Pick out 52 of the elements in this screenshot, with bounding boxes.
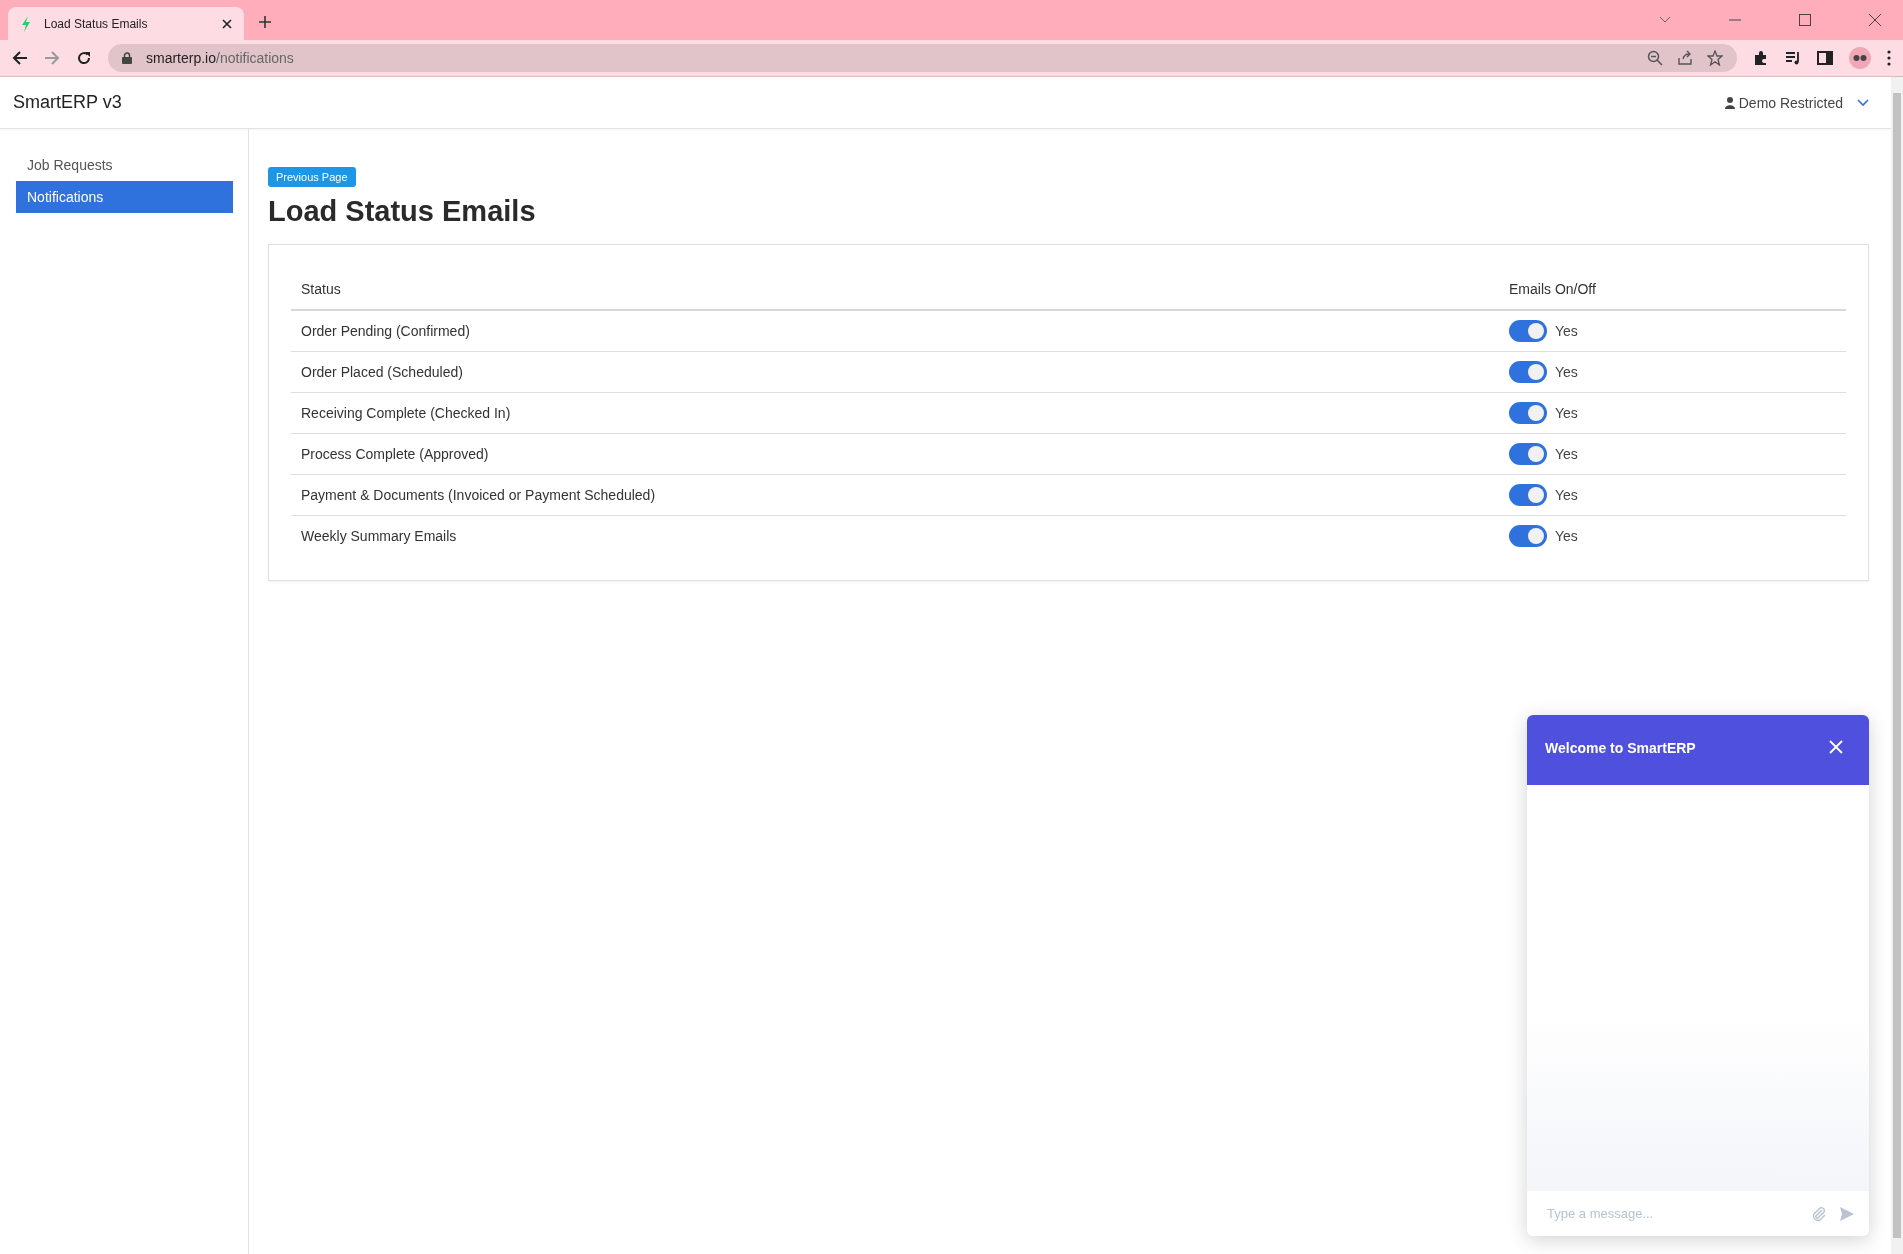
status-cell-text: Order Pending (Confirmed) [300,323,471,339]
user-icon [1724,96,1735,109]
toggle-label: Yes [1555,528,1578,544]
toggle-switch[interactable] [1509,361,1547,383]
brand-name[interactable]: SmartERP v3 [13,92,122,113]
reload-icon[interactable] [76,50,92,66]
scrollbar[interactable] [1891,77,1903,1254]
new-tab-icon[interactable] [258,15,272,29]
profile-avatar-icon[interactable] [1849,47,1871,69]
maximize-icon[interactable] [1799,14,1811,26]
status-cell-text: Process Complete (Approved) [300,446,490,462]
playlist-icon[interactable] [1785,50,1801,66]
column-header: Status [300,281,342,297]
toggle-switch[interactable] [1509,484,1547,506]
toggle-label: Yes [1555,405,1578,421]
share-icon[interactable] [1677,50,1693,66]
status-cell-text: Order Placed (Scheduled) [300,364,464,380]
close-icon[interactable] [222,18,232,29]
side-panel-icon[interactable] [1817,50,1833,66]
user-menu[interactable]: Demo Restricted [1724,94,1869,111]
menu-icon[interactable] [1887,50,1891,66]
browser-tab[interactable]: Load Status Emails [8,7,244,40]
toggle-switch[interactable] [1509,525,1547,547]
toggle-label: Yes [1555,364,1578,380]
toggle-switch[interactable] [1509,443,1547,465]
zoom-out-icon[interactable] [1647,50,1663,66]
sidebar-item[interactable]: Job Requests [16,149,233,181]
chevron-down-icon [1857,98,1869,107]
chat-title: Welcome to SmartERP [1545,740,1696,756]
toggle-label: Yes [1555,323,1578,339]
chevron-down-icon[interactable] [1659,16,1671,24]
column-header: Emails On/Off [1509,281,1596,297]
back-arrow-icon[interactable] [12,50,28,66]
lock-icon [122,52,132,64]
tab-title: Load Status Emails [44,16,149,31]
close-icon[interactable] [1869,14,1881,26]
bolt-icon [20,15,32,32]
paperclip-icon[interactable] [1811,1205,1827,1222]
puzzle-icon[interactable] [1753,50,1769,66]
status-cell-text: Payment & Documents (Invoiced or Payment Scheduled) [300,487,657,503]
toggle-label: Yes [1555,487,1578,503]
sidebar-item[interactable]: Notifications [16,181,233,213]
status-cell-text: Weekly Summary Emails [300,528,458,544]
address-bar[interactable]: smarterp.io/notifications [108,44,1737,72]
star-icon[interactable] [1707,50,1723,66]
toggle-switch[interactable] [1509,320,1547,342]
toggle-label: Yes [1555,446,1578,462]
toggle-switch[interactable] [1509,402,1547,424]
message-input[interactable]: Type a message... [1545,1205,1799,1222]
status-cell-text: Receiving Complete (Checked In) [300,405,512,421]
page-title: Load Status Emails [268,195,537,228]
url-text: smarterp.io/notifications [146,50,294,66]
